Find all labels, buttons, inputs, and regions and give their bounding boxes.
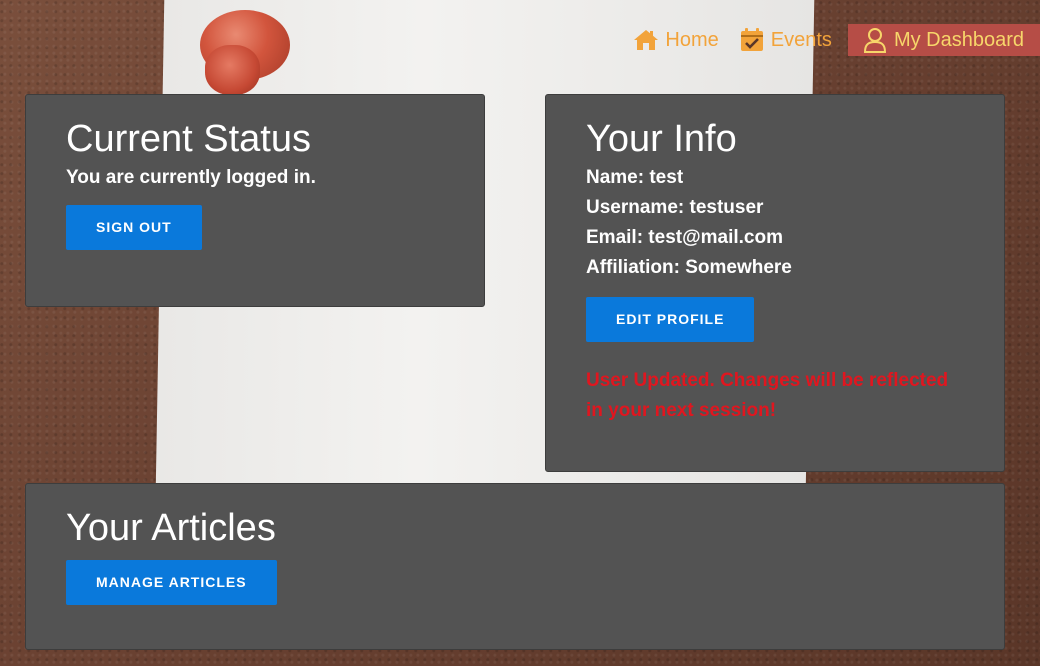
info-affiliation: Affiliation: Somewhere xyxy=(586,257,792,278)
info-name: Name: test xyxy=(586,167,684,188)
your-info-title: Your Info xyxy=(586,118,737,160)
your-articles-title: Your Articles xyxy=(66,507,276,549)
user-icon xyxy=(863,28,886,53)
manage-articles-button[interactable]: MANAGE ARTICLES xyxy=(66,560,277,605)
your-info-card: Your Info Name: test Username: testuser … xyxy=(545,94,1005,472)
your-articles-card: Your Articles MANAGE ARTICLES xyxy=(25,483,1005,650)
calendar-check-icon xyxy=(740,28,763,51)
edit-profile-button[interactable]: EDIT PROFILE xyxy=(586,297,755,342)
info-email: Email: test@mail.com xyxy=(586,227,783,248)
nav-dashboard-link[interactable]: My Dashboard xyxy=(847,24,1040,56)
current-status-card: Current Status You are currently logged … xyxy=(25,94,485,307)
home-icon xyxy=(634,30,659,50)
top-nav: Home Events My Dashboard xyxy=(623,24,1040,56)
pushpin-image-body xyxy=(205,45,260,95)
nav-home-link[interactable]: Home xyxy=(623,24,728,56)
sign-out-button[interactable]: SIGN OUT xyxy=(66,205,202,250)
nav-events-link[interactable]: Events xyxy=(729,24,842,56)
user-updated-message: User Updated. Changes will be reflected … xyxy=(586,370,949,421)
nav-events-label: Events xyxy=(770,28,832,51)
nav-dashboard-label: My Dashboard xyxy=(893,28,1024,51)
current-status-title: Current Status xyxy=(66,118,311,160)
info-username: Username: testuser xyxy=(586,197,764,218)
login-status-text: You are currently logged in. xyxy=(66,167,316,188)
nav-home-label: Home xyxy=(665,28,719,51)
